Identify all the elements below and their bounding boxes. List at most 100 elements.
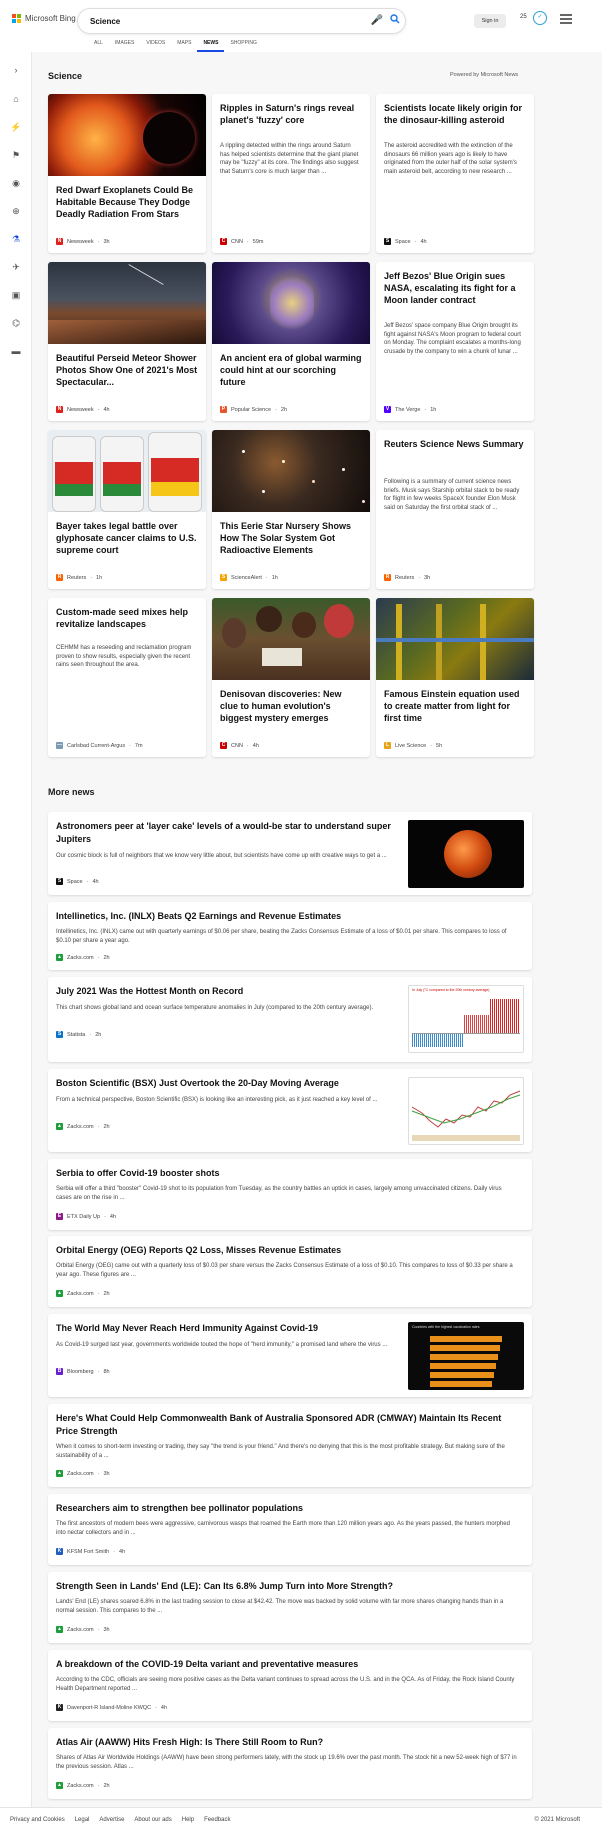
footer-link-advertise[interactable]: Advertise [99,1817,124,1823]
tab-videos[interactable]: VIDEOS [140,40,171,52]
globe-icon[interactable]: ⊕ [9,204,23,218]
more-news-title: More news [48,787,95,797]
powered-by[interactable]: Powered by Microsoft News [450,72,518,78]
location-icon[interactable]: ◉ [9,176,23,190]
star-nursery-image [212,430,370,512]
section-title: Science [48,71,83,81]
vaccination-chart-thumbnail: Countries with the highest vaccination r… [408,1322,524,1390]
sign-in-button[interactable]: Sign in [474,14,506,28]
home-icon[interactable]: ⌂ [9,92,23,106]
zacks-icon: ▲ [56,1123,63,1130]
bank-icon[interactable]: ⌬ [9,316,23,330]
live-science-icon: L [384,742,391,749]
zacks-icon: ▲ [56,1470,63,1477]
footer-link-help[interactable]: Help [182,1817,194,1823]
news-row[interactable]: Intellinetics, Inc. (INLX) Beats Q2 Earn… [48,902,532,970]
footer-link-legal[interactable]: Legal [75,1817,90,1823]
super-jupiter-thumbnail [408,820,524,888]
stock-line-chart [411,1090,521,1141]
copyright: © 2021 Microsoft [534,1817,580,1823]
news-card[interactable]: Denisovan discoveries: New clue to human… [212,598,370,757]
news-card[interactable]: Beautiful Perseid Meteor Shower Photos S… [48,262,206,421]
news-row[interactable]: Atlas Air (AAWW) Hits Fresh High: Is The… [48,1728,532,1799]
card-icon[interactable]: ▬ [9,344,23,358]
logo-text: Microsoft Bing [25,14,76,23]
trending-icon[interactable]: ⚡ [9,120,23,134]
zacks-icon: ▲ [56,954,63,961]
flag-icon[interactable]: ⚑ [9,148,23,162]
bing-logo[interactable]: Microsoft Bing [12,14,76,23]
menu-icon[interactable] [560,14,572,24]
news-row[interactable]: July 2021 Was the Hottest Month on Recor… [48,977,532,1062]
cnn-icon: C [220,238,227,245]
news-card[interactable]: Jeff Bezos' Blue Origin sues NASA, escal… [376,262,534,421]
stock-chart-thumbnail [408,1077,524,1145]
news-row[interactable]: Serbia to offer Covid-19 booster shots S… [48,1159,532,1230]
microphone-icon[interactable]: 🎤 [370,14,384,28]
news-row[interactable]: A breakdown of the COVID-19 Delta varian… [48,1650,532,1721]
search-tabs: ALL IMAGES VIDEOS MAPS NEWS SHOPPING [88,40,263,52]
news-card[interactable]: An ancient era of global warming could h… [212,262,370,421]
footer-link-privacy[interactable]: Privacy and Cookies [10,1817,65,1823]
news-card[interactable]: Red Dwarf Exoplanets Could Be Habitable … [48,94,206,253]
microsoft-logo-icon [12,14,21,23]
space-icon: S [384,238,391,245]
ancient-fossil-image [212,262,370,344]
zacks-icon: ▲ [56,1290,63,1297]
search-input[interactable] [90,13,340,29]
footer: Privacy and Cookies Legal Advertise Abou… [0,1807,602,1833]
verge-icon: V [384,406,391,413]
news-card[interactable]: Scientists locate likely origin for the … [376,94,534,253]
zacks-icon: ▲ [56,1782,63,1789]
search-box: 🎤 [78,9,405,33]
rewards-medal-icon[interactable]: ✓ [533,11,547,25]
news-row[interactable]: The World May Never Reach Herd Immunity … [48,1314,532,1397]
footer-link-feedback[interactable]: Feedback [204,1817,230,1823]
laser-lab-image [376,598,534,680]
news-card[interactable]: Reuters Science News Summary Following i… [376,430,534,589]
space-icon: S [56,878,63,885]
reuters-icon: R [56,574,63,581]
roundup-bottles-image [48,430,206,512]
newsweek-icon: N [56,238,63,245]
statista-icon: S [56,1031,63,1038]
kwqc-icon: K [56,1704,63,1711]
news-card[interactable]: This Eerie Star Nursery Shows How The So… [212,430,370,589]
expand-icon[interactable]: › [9,63,23,77]
news-row[interactable]: Boston Scientific (BSX) Just Overtook th… [48,1069,532,1152]
news-card[interactable]: Bayer takes legal battle over glyphosate… [48,430,206,589]
popular-science-icon: P [220,406,227,413]
category-sidebar: › ⌂ ⚡ ⚑ ◉ ⊕ ⚗ ✈ ▣ ⌬ ▬ [0,52,32,1807]
etx-icon: E [56,1213,63,1220]
temperature-chart-thumbnail: In July (°C compared to the 20th century… [408,985,524,1053]
rewards-points[interactable]: 25 [520,14,527,20]
tab-maps[interactable]: MAPS [171,40,197,52]
search-icon[interactable] [388,14,402,28]
news-row[interactable]: Here's What Could Help Commonwealth Bank… [48,1404,532,1487]
news-row[interactable]: Astronomers peer at 'layer cake' levels … [48,812,532,895]
zacks-icon: ▲ [56,1626,63,1633]
tab-images[interactable]: IMAGES [109,40,140,52]
tab-news[interactable]: NEWS [197,40,225,52]
news-card[interactable]: Ripples in Saturn's rings reveal planet'… [212,94,370,253]
sciencealert-icon: S [220,574,227,581]
tab-shopping[interactable]: SHOPPING [224,40,262,52]
news-card[interactable]: Custom-made seed mixes help revitalize l… [48,598,206,757]
tab-all[interactable]: ALL [88,40,109,52]
film-icon[interactable]: ▣ [9,288,23,302]
news-card[interactable]: Famous Einstein equation used to create … [376,598,534,757]
reuters-icon: R [384,574,391,581]
news-row[interactable]: Researchers aim to strengthen bee pollin… [48,1494,532,1565]
header-bar: Microsoft Bing 🎤 Sign in 25 ✓ ALL IMAGES… [0,0,602,52]
red-dwarf-image [48,94,206,176]
meteor-shower-image [48,262,206,344]
science-icon[interactable]: ⚗ [9,232,23,246]
current-argus-icon: — [56,742,63,749]
newsweek-icon: N [56,406,63,413]
cnn-icon: C [220,742,227,749]
news-row[interactable]: Strength Seen in Lands' End (LE): Can It… [48,1572,532,1643]
rocket-icon[interactable]: ✈ [9,260,23,274]
bloomberg-icon: B [56,1368,63,1375]
footer-link-about-ads[interactable]: About our ads [134,1817,171,1823]
news-row[interactable]: Orbital Energy (OEG) Reports Q2 Loss, Mi… [48,1236,532,1307]
